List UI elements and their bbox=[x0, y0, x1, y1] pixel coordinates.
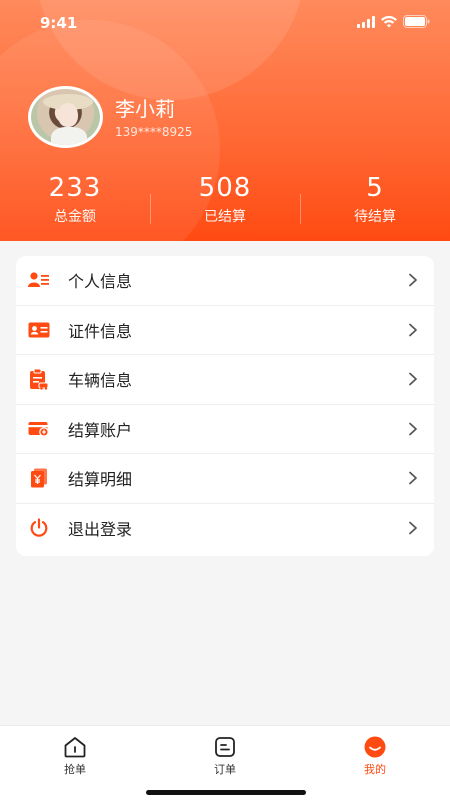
stat-label: 总金额 bbox=[54, 209, 96, 225]
chevron-right-icon bbox=[409, 323, 417, 337]
menu-item-label: 个人信息 bbox=[68, 272, 133, 292]
status-icons bbox=[357, 15, 430, 28]
tab-grab-order[interactable]: 抢单 bbox=[0, 726, 150, 800]
battery-icon bbox=[403, 15, 430, 28]
menu-item-personal-info[interactable]: 个人信息 bbox=[16, 256, 434, 306]
bank-card-icon bbox=[28, 418, 50, 440]
chevron-right-icon bbox=[409, 471, 417, 485]
user-profile[interactable]: 李小莉 139****8925 bbox=[28, 86, 192, 148]
chevron-right-icon bbox=[409, 422, 417, 436]
user-phone: 139****8925 bbox=[115, 124, 193, 139]
menu-item-settlement-account[interactable]: 结算账户 bbox=[16, 405, 434, 454]
power-icon bbox=[28, 517, 50, 539]
stat-value: 233 bbox=[48, 173, 102, 203]
home-icon bbox=[64, 737, 86, 758]
status-time: 9:41 bbox=[40, 14, 78, 32]
stat-total-amount[interactable]: 233 总金额 bbox=[0, 172, 150, 232]
profile-face-icon bbox=[364, 736, 386, 758]
bottom-tab-bar: 抢单 订单 我的 bbox=[0, 725, 450, 800]
menu-item-label: 退出登录 bbox=[68, 520, 133, 540]
menu-item-label: 车辆信息 bbox=[68, 371, 133, 391]
chevron-right-icon bbox=[409, 273, 417, 287]
stat-settled[interactable]: 508 已结算 bbox=[150, 172, 300, 232]
menu-item-label: 证件信息 bbox=[68, 321, 133, 341]
chevron-right-icon bbox=[409, 521, 417, 535]
home-indicator bbox=[146, 790, 306, 795]
avatar[interactable] bbox=[28, 86, 103, 148]
menu-item-vehicle-info[interactable]: 车辆信息 bbox=[16, 355, 434, 405]
stats-row: 233 总金额 508 已结算 5 待结算 bbox=[0, 172, 450, 232]
menu-item-label: 结算账户 bbox=[68, 420, 133, 440]
stat-value: 508 bbox=[198, 173, 252, 203]
yen-bill-icon bbox=[28, 467, 50, 489]
tab-label: 我的 bbox=[364, 763, 386, 776]
signal-icon bbox=[357, 15, 375, 28]
menu-item-settlement-details[interactable]: 结算明细 bbox=[16, 454, 434, 504]
stat-label: 待结算 bbox=[354, 209, 396, 225]
stat-label: 已结算 bbox=[204, 209, 246, 225]
tab-label: 订单 bbox=[214, 763, 236, 776]
status-bar: 9:41 bbox=[0, 0, 450, 44]
wifi-icon bbox=[381, 15, 397, 27]
menu-item-logout[interactable]: 退出登录 bbox=[16, 504, 434, 554]
menu-item-label: 结算明细 bbox=[68, 470, 133, 490]
settings-menu: 个人信息 证件信息 车辆信息 结算账户 结算明细 退出登录 bbox=[16, 256, 434, 556]
tab-label: 抢单 bbox=[64, 763, 86, 776]
stat-pending[interactable]: 5 待结算 bbox=[300, 172, 450, 232]
tab-mine[interactable]: 我的 bbox=[300, 726, 450, 800]
order-icon bbox=[215, 737, 235, 757]
menu-item-id-info[interactable]: 证件信息 bbox=[16, 306, 434, 355]
profile-header: 9:41 李小莉 139****8925 233 总金额 508 已结算 5 待… bbox=[0, 0, 450, 241]
vehicle-clipboard-icon bbox=[28, 368, 50, 390]
stat-value: 5 bbox=[366, 173, 384, 203]
tab-orders[interactable]: 订单 bbox=[150, 726, 300, 800]
person-card-icon bbox=[28, 269, 50, 291]
id-card-icon bbox=[28, 319, 50, 341]
chevron-right-icon bbox=[409, 372, 417, 386]
user-name: 李小莉 bbox=[115, 96, 175, 121]
